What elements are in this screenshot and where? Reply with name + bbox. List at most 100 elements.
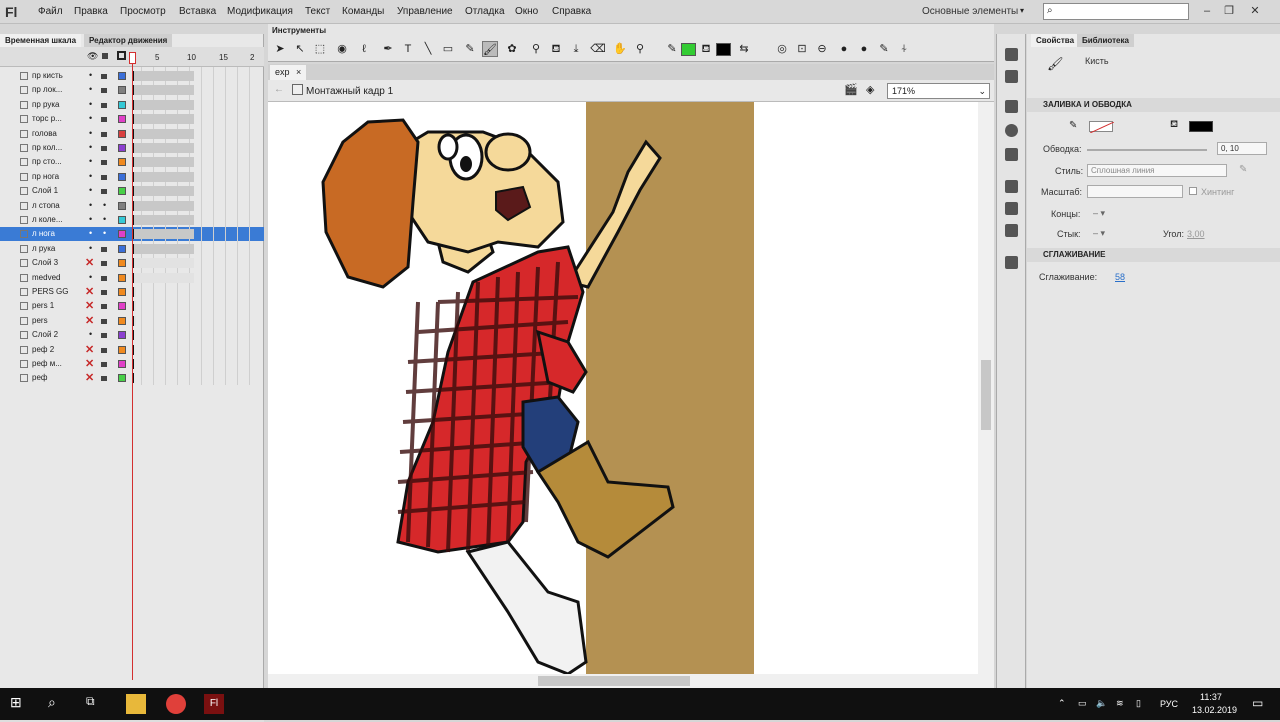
- layer-color-swatch[interactable]: [118, 374, 126, 383]
- edit-symbols-icon[interactable]: ◈: [866, 83, 874, 96]
- unlock-dot-icon[interactable]: •: [103, 214, 106, 224]
- visibility-dot-icon[interactable]: •: [89, 84, 92, 94]
- unlock-dot-icon[interactable]: •: [103, 228, 106, 238]
- frame-span[interactable]: [132, 258, 194, 269]
- edit-style-icon[interactable]: ✎: [1239, 164, 1247, 175]
- layer-color-swatch[interactable]: [118, 316, 126, 325]
- menu-text[interactable]: Текст: [305, 6, 330, 17]
- brush-shape-icon[interactable]: ●: [856, 41, 872, 57]
- join-select[interactable]: – ▾: [1093, 228, 1105, 239]
- close-tab-icon[interactable]: ×: [296, 65, 301, 80]
- lock-icon[interactable]: [101, 102, 107, 108]
- frame-span[interactable]: [132, 171, 194, 182]
- style-select[interactable]: Сплошная линия: [1087, 164, 1227, 177]
- visibility-dot-icon[interactable]: •: [89, 171, 92, 181]
- frame-span[interactable]: [132, 128, 194, 139]
- stroke-value-field[interactable]: 0, 10: [1217, 142, 1267, 155]
- fill-color-icon[interactable]: ⛾: [698, 41, 714, 57]
- stroke-swatch[interactable]: [1089, 121, 1115, 134]
- tray-chevron-icon[interactable]: ⌃: [1058, 698, 1066, 709]
- clock-date[interactable]: 13.02.2019: [1192, 705, 1237, 715]
- fill-color-swatch[interactable]: [716, 43, 731, 56]
- layer-name[interactable]: л рука: [32, 244, 55, 253]
- frame-span[interactable]: [132, 71, 194, 81]
- layer-name[interactable]: л нога: [32, 229, 55, 238]
- visibility-dot-icon[interactable]: •: [89, 156, 92, 166]
- layer-color-swatch[interactable]: [118, 244, 126, 253]
- stage-area[interactable]: [268, 102, 978, 674]
- chrome-icon[interactable]: [166, 694, 186, 714]
- lock-icon[interactable]: [102, 53, 108, 59]
- visibility-dot-icon[interactable]: •: [89, 142, 92, 152]
- text-tool-icon[interactable]: T: [400, 41, 416, 57]
- hinting-checkbox[interactable]: [1189, 187, 1197, 195]
- layer-name[interactable]: Слой 3: [32, 258, 58, 267]
- back-arrow-icon[interactable]: ←: [274, 84, 284, 95]
- tab-library[interactable]: Библиотека: [1077, 34, 1134, 47]
- lasso-icon[interactable]: ℓ: [356, 41, 372, 57]
- visibility-dot-icon[interactable]: •: [89, 185, 92, 195]
- layer-name[interactable]: пр рука: [32, 100, 60, 109]
- clock-time[interactable]: 11:37: [1200, 692, 1222, 702]
- transform-panel-icon[interactable]: [1005, 148, 1018, 161]
- lock-icon[interactable]: [101, 160, 107, 166]
- visibility-dot-icon[interactable]: •: [89, 70, 92, 80]
- layer-name[interactable]: medved: [32, 273, 60, 282]
- frame-span[interactable]: [132, 215, 194, 225]
- layer-color-swatch[interactable]: [118, 144, 126, 152]
- network-icon[interactable]: ▭: [1078, 698, 1087, 709]
- deco-tool-icon[interactable]: ✿: [504, 41, 520, 57]
- layer-name[interactable]: голова: [32, 129, 57, 138]
- free-transform-icon[interactable]: ⬚: [312, 41, 328, 57]
- task-view-icon[interactable]: ⧉: [86, 694, 106, 714]
- workspace-chevron-icon[interactable]: ▾: [1020, 6, 1024, 15]
- layer-name[interactable]: пр сто...: [32, 157, 62, 166]
- frame-span[interactable]: [132, 114, 194, 125]
- motion-presets-icon[interactable]: [1005, 224, 1018, 237]
- layer-color-swatch[interactable]: [118, 331, 126, 340]
- smoothing-value[interactable]: 58: [1115, 272, 1125, 282]
- layer-name[interactable]: Слой 2: [32, 330, 58, 339]
- layer-color-swatch[interactable]: [118, 216, 126, 224]
- project-panel-icon[interactable]: [1005, 256, 1018, 269]
- visibility-dot-icon[interactable]: •: [89, 113, 92, 123]
- input-language[interactable]: РУС: [1160, 699, 1178, 709]
- help-search-input[interactable]: ⌕: [1043, 3, 1189, 20]
- layer-color-swatch[interactable]: [118, 86, 126, 95]
- layer-name[interactable]: л коле...: [32, 215, 63, 224]
- stroke-slider[interactable]: [1087, 149, 1207, 151]
- stroke-color-swatch[interactable]: [681, 43, 696, 56]
- info-panel-icon[interactable]: [1005, 124, 1018, 137]
- layer-color-swatch[interactable]: [118, 72, 126, 80]
- menu-control[interactable]: Управление: [397, 6, 453, 17]
- hidden-x-icon[interactable]: ✕: [85, 285, 94, 298]
- menu-debug[interactable]: Отладка: [465, 6, 505, 17]
- layer-color-swatch[interactable]: [118, 230, 126, 239]
- tilt-icon[interactable]: ⍭: [896, 41, 912, 57]
- volume-icon[interactable]: 🔈: [1096, 698, 1107, 709]
- layer-color-swatch[interactable]: [118, 302, 126, 311]
- layer-color-swatch[interactable]: [118, 288, 126, 296]
- lock-icon[interactable]: [101, 246, 107, 252]
- workspace-switcher[interactable]: Основные элементы: [922, 6, 1018, 17]
- close-button[interactable]: ✕: [1244, 2, 1266, 20]
- angle-value[interactable]: 3,00: [1187, 229, 1205, 239]
- hidden-x-icon[interactable]: ✕: [85, 314, 94, 327]
- menu-help[interactable]: Справка: [552, 6, 591, 17]
- hand-tool-icon[interactable]: ✋: [612, 41, 628, 57]
- frame-span[interactable]: [132, 243, 194, 254]
- menu-insert[interactable]: Вставка: [179, 6, 216, 17]
- layer-color-swatch[interactable]: [118, 172, 126, 181]
- search-icon[interactable]: ⌕: [48, 694, 68, 714]
- lock-icon[interactable]: [101, 376, 107, 382]
- unlock-dot-icon[interactable]: •: [103, 200, 106, 210]
- notifications-icon[interactable]: ▭: [1252, 696, 1263, 710]
- visibility-dot-icon[interactable]: •: [89, 243, 92, 253]
- hidden-x-icon[interactable]: ✕: [85, 343, 94, 356]
- layer-name[interactable]: Слой 1: [32, 186, 58, 195]
- visibility-dot-icon[interactable]: •: [89, 272, 92, 282]
- layer-name[interactable]: PERS GG: [32, 287, 68, 296]
- tab-properties[interactable]: Свойства: [1031, 34, 1080, 47]
- layer-color-swatch[interactable]: [118, 129, 126, 138]
- visibility-dot-icon[interactable]: •: [89, 99, 92, 109]
